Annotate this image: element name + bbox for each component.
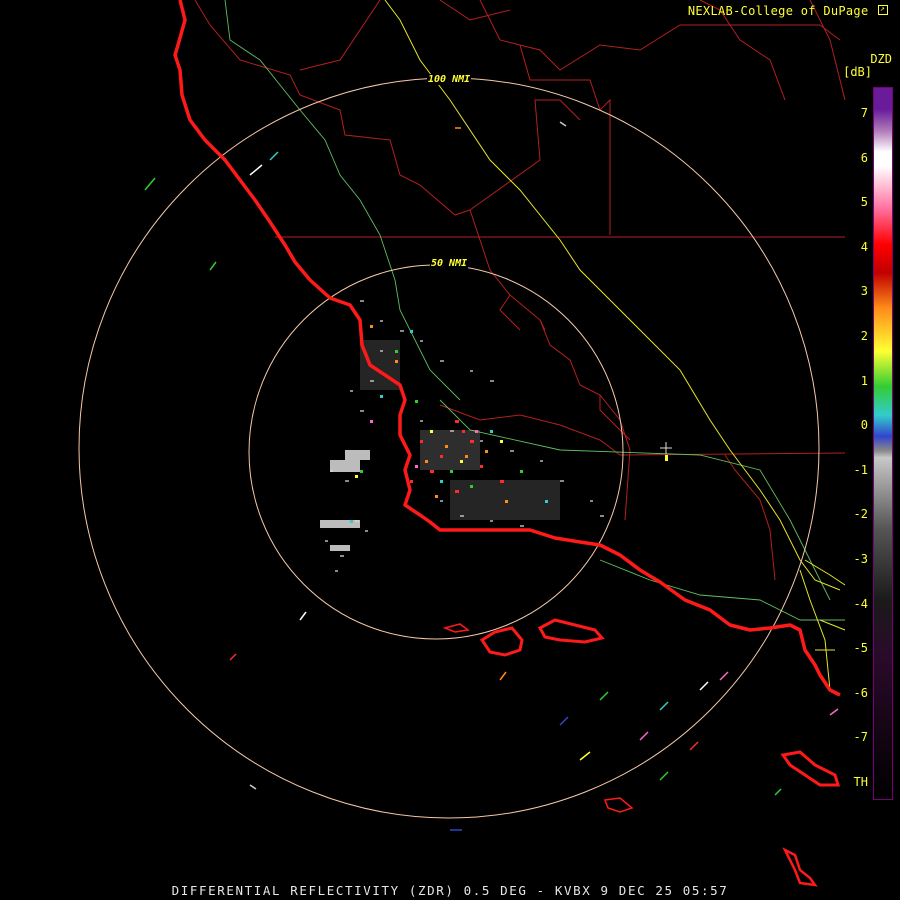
range-ring-label-50: 50 NMI [430,258,469,269]
external-link-icon: ↗ [878,5,888,15]
color-scale-bar [873,87,893,800]
scale-tick-label: 4 [860,239,868,254]
radar-echoes [144,121,839,831]
scale-tick-label: TH [853,775,868,789]
range-ring-label-100: 100 NMI [427,74,472,85]
scale-tick-label: 7 [860,106,868,120]
scale-tick-label: 6 [860,150,868,165]
scale-tick-label: 1 [860,373,868,388]
scale-tick-label: 5 [860,195,868,210]
scale-tick-label: -4 [853,596,868,611]
legend-title: DZD [dB] [843,53,892,79]
credit-link[interactable]: NEXLAB-College of DuPage ↗ [688,4,888,18]
scale-tick-label: -7 [853,730,868,745]
radar-map [78,0,846,887]
highway-lines [384,0,846,691]
credit-text: NEXLAB-College of DuPage [687,4,869,18]
scale-tick-label: 2 [860,329,868,343]
scale-tick-label: -1 [853,462,868,477]
scale-tick-label: 3 [860,284,868,299]
channel-islands [442,618,841,887]
scale-tick-label: 0 [860,418,868,433]
legend-unit: [dB] [843,65,872,79]
product-caption: DIFFERENTIAL REFLECTIVITY (ZDR) 0.5 DEG … [171,883,729,898]
river-lines [224,0,845,621]
scale-tick-label: -3 [853,552,868,566]
scale-tick-label: -6 [853,685,868,700]
scale-tick-label: -5 [853,641,868,656]
radar-site-marker [660,442,672,454]
coastline [173,0,841,697]
scale-tick-label: -2 [853,507,868,522]
